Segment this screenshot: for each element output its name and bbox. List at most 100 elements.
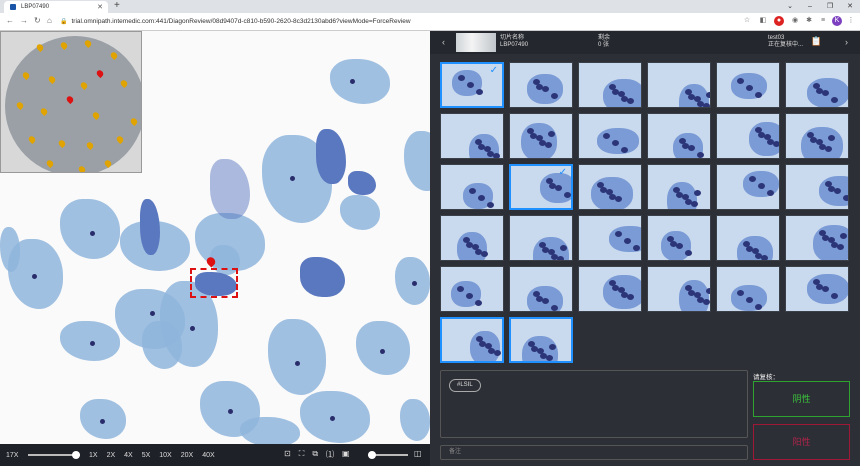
annotation-box[interactable]: #LSIL [440, 370, 748, 438]
reload-icon[interactable]: ↻ [34, 16, 41, 25]
slide-name-value: LBP07490 [500, 42, 529, 48]
url-field[interactable]: 🔒 trial.omnipath.intemedic.com:441/Diago… [60, 16, 660, 28]
cell-thumbnail[interactable] [647, 266, 711, 312]
cell-thumbnail[interactable] [785, 164, 849, 210]
review-header: ‹ 切片名称 LBP07490 剩余 0 张 test03 正在复核中... 📋… [430, 31, 860, 54]
tab-title: LBP07490 [21, 4, 50, 10]
overlay-icon[interactable]: ⧉ [312, 449, 318, 460]
fit-screen-icon[interactable]: ⊡ [284, 449, 291, 460]
user-status: 正在复核中... [768, 42, 804, 48]
check-icon: ✓ [558, 167, 567, 178]
cell-thumbnail[interactable] [647, 62, 711, 108]
cell-thumbnail[interactable]: ✓ [440, 62, 504, 108]
bookmark-star-icon[interactable]: ☆ [742, 16, 752, 26]
minimap[interactable] [0, 31, 142, 173]
browser-tabbar: LBP07490 ✕ + ⌄ – ❐ ✕ [0, 0, 860, 13]
menu-icon-small[interactable]: ≡ [818, 16, 828, 26]
cell-thumbnail[interactable] [578, 164, 642, 210]
zoom-value: 17X [6, 451, 19, 459]
slide-name-label: 切片名称 [500, 35, 525, 41]
url-text: trial.omnipath.intemedic.com:441/DiagonR… [71, 18, 411, 25]
cell-thumbnail[interactable] [785, 62, 849, 108]
cell-thumbnail[interactable] [509, 62, 573, 108]
cell-thumbnail[interactable] [716, 266, 780, 312]
opacity-slider[interactable] [368, 451, 408, 459]
cell-thumbnail[interactable] [647, 215, 711, 261]
one-to-one-icon[interactable]: ⑴ [326, 449, 334, 460]
lesion-tag[interactable]: #LSIL [449, 379, 481, 392]
positive-button[interactable]: 阳性 [753, 424, 850, 460]
layers-icon[interactable]: ▣ [342, 449, 350, 460]
next-slide-icon[interactable]: › [845, 37, 848, 47]
cell-thumbnail[interactable] [440, 215, 504, 261]
back-icon[interactable]: ← [6, 16, 14, 25]
new-tab-icon[interactable]: + [114, 0, 120, 11]
minimap-slide-disc [5, 36, 141, 172]
extensions-icon[interactable]: ✱ [804, 16, 814, 26]
cell-thumbnail[interactable] [578, 266, 642, 312]
zoom-option-2x[interactable]: 2X [107, 452, 116, 459]
profile-avatar[interactable]: K [832, 16, 842, 26]
zoom-option-20x[interactable]: 20X [181, 452, 193, 459]
cell-thumbnail[interactable] [509, 317, 573, 363]
window-controls: ⌄ – ❐ ✕ [780, 0, 860, 13]
cell-thumbnail[interactable] [716, 164, 780, 210]
cell-thumbnail[interactable] [785, 266, 849, 312]
negative-button[interactable]: 阴性 [753, 381, 850, 417]
cell-thumbnail[interactable] [440, 164, 504, 210]
close-tab-icon[interactable]: ✕ [97, 3, 103, 11]
minimize-icon[interactable]: – [800, 0, 820, 13]
cell-thumbnail[interactable] [578, 215, 642, 261]
viewer-toolbar: 17X 1X 2X 4X 5X 10X 20X 40X ⊡ ⛶ ⧉ ⑴ ▣ ◫ [0, 444, 430, 466]
screenshot-icon[interactable]: ⛶ [299, 449, 305, 460]
ext-icon-2[interactable]: ● [774, 16, 784, 26]
zoom-option-5x[interactable]: 5X [142, 452, 151, 459]
slide-viewer[interactable] [0, 31, 430, 444]
maximize-icon[interactable]: ❐ [820, 0, 840, 13]
zoom-option-4x[interactable]: 4X [124, 452, 133, 459]
browser-menu-icon[interactable]: ⋮ [846, 16, 856, 26]
zoom-option-40x[interactable]: 40X [202, 452, 214, 459]
roi-box[interactable] [190, 268, 238, 298]
cell-thumbnail[interactable] [716, 62, 780, 108]
zoom-slider[interactable] [28, 451, 80, 459]
check-icon: ✓ [489, 65, 498, 76]
cell-thumbnail[interactable] [509, 113, 573, 159]
zoom-option-1x[interactable]: 1X [89, 452, 98, 459]
close-window-icon[interactable]: ✕ [840, 0, 860, 13]
slide-thumbnail [456, 33, 496, 52]
cell-thumbnail[interactable] [440, 113, 504, 159]
forward-icon[interactable]: → [20, 16, 28, 25]
ext-icon-3[interactable]: ◉ [790, 16, 800, 26]
lock-icon: 🔒 [60, 19, 68, 25]
cell-thumbnail[interactable] [509, 215, 573, 261]
ext-icon-1[interactable]: ◧ [758, 16, 768, 26]
remaining-field: 剩余 0 张 [598, 35, 610, 49]
remaining-value: 0 张 [598, 42, 610, 48]
prev-slide-icon[interactable]: ‹ [442, 37, 445, 47]
cell-thumbnail[interactable] [509, 266, 573, 312]
favicon-icon [10, 4, 16, 10]
user-name: test03 [768, 35, 785, 41]
cell-thumbnail[interactable] [440, 266, 504, 312]
address-bar: ← → ↻ ⌂ 🔒 trial.omnipath.intemedic.com:4… [0, 13, 860, 31]
user-field: test03 正在复核中... [768, 35, 803, 49]
cell-thumbnail[interactable]: ✓ [509, 164, 573, 210]
cell-thumbnail[interactable] [578, 113, 642, 159]
dropdown-icon[interactable]: ⌄ [780, 0, 800, 13]
cell-thumbnail[interactable] [716, 215, 780, 261]
remark-input[interactable]: 备注 [440, 445, 748, 460]
cell-thumbnail[interactable] [440, 317, 504, 363]
cell-thumbnail[interactable] [647, 164, 711, 210]
cell-thumbnail[interactable] [647, 113, 711, 159]
cell-thumbnail[interactable] [716, 113, 780, 159]
cell-thumbnail[interactable] [578, 62, 642, 108]
zoom-option-10x[interactable]: 10X [159, 452, 171, 459]
cell-thumbnail[interactable] [785, 113, 849, 159]
remaining-label: 剩余 [598, 35, 611, 41]
home-icon[interactable]: ⌂ [47, 16, 52, 25]
panel-icon[interactable]: ◫ [414, 449, 422, 458]
cell-thumbnail[interactable] [785, 215, 849, 261]
browser-tab[interactable]: LBP07490 ✕ [4, 1, 108, 13]
clipboard-icon[interactable]: 📋 [811, 36, 822, 47]
